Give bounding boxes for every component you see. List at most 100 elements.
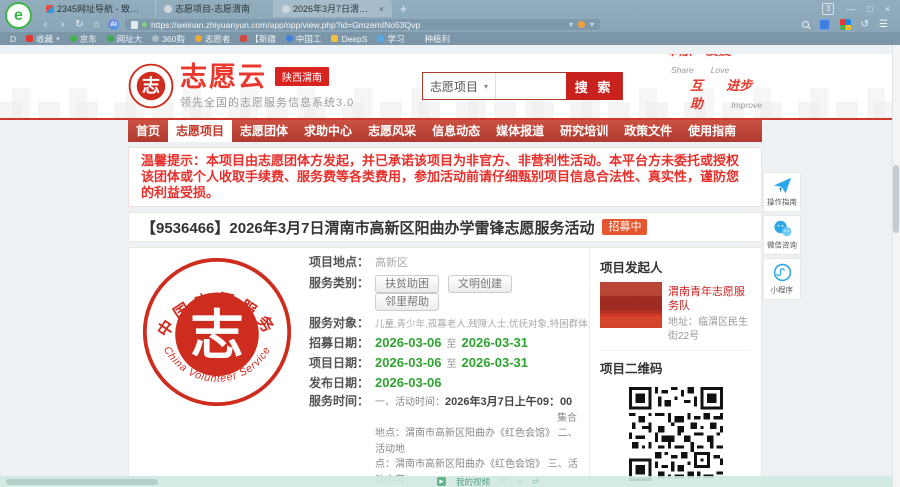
bookmark-item[interactable]: 学习 <box>377 33 404 45</box>
bookmark-item[interactable]: 【新疆 <box>240 33 276 45</box>
bottom-overlay-bar: ▶ 我的视频 ♡ ○ ⇄ <box>0 476 892 487</box>
home-icon[interactable]: ⌂ <box>91 18 102 31</box>
mini-program-icon <box>773 263 792 282</box>
site-name[interactable]: 志愿云 <box>180 63 267 91</box>
bookmark-favorites[interactable]: 收藏▾ <box>26 33 60 45</box>
url-text[interactable]: https://weinan.zhiyuanyun.com/app/opp/vi… <box>151 20 420 30</box>
project-title-bar: 【9536466】 2026年3月7日渭南市高新区阳曲办学雷锋志愿服务活动 招募… <box>128 212 762 242</box>
qr-code-image <box>629 387 723 481</box>
page-info-icon[interactable] <box>131 21 138 29</box>
maximize-button[interactable]: □ <box>867 4 872 14</box>
sponsor-address: 地址：临渭区民生街22号 <box>668 316 751 344</box>
operation-guide-button[interactable]: 操作指南 <box>763 172 801 212</box>
back-icon[interactable]: ‹ <box>40 18 51 31</box>
new-tab-button[interactable]: + <box>400 2 407 17</box>
sponsor-photo[interactable] <box>600 282 662 328</box>
logo-center-char: 志 <box>190 306 243 365</box>
project-details-column: 项目地点： 高新区 服务类别： 扶贫助困文明创建邻里帮助 服务对象： 儿童,青少… <box>301 248 589 487</box>
window-controls: 3 — □ × <box>822 0 900 17</box>
page-viewport: 志 志愿云 陕西渭南 领先全国的志愿服务信息系统3.0 志愿项目 ▾ 搜 索 <box>0 45 900 487</box>
search-icon[interactable] <box>802 21 809 28</box>
project-detail-panel: 中国志愿服务 志 China Volunteer Service 项目地点： 高… <box>128 247 762 487</box>
wechat-consult-button[interactable]: 微信咨询 <box>763 215 801 255</box>
my-video-label[interactable]: 我的视频 <box>456 476 490 487</box>
forward-icon[interactable]: › <box>57 18 68 31</box>
browser-tab-2[interactable]: 志愿项目-志愿渭南 <box>156 0 274 17</box>
ai-assistant-button[interactable]: AI <box>108 19 119 30</box>
bookmark-item[interactable]: 志愿者 <box>195 33 231 45</box>
nav-policy[interactable]: 政策文件 <box>616 120 680 142</box>
bookmark-item[interactable]: 网址大 <box>107 33 143 45</box>
swap-icon[interactable]: ⇄ <box>532 477 539 486</box>
site-logo[interactable]: 志 <box>128 63 174 109</box>
search-button[interactable]: 搜 索 <box>566 72 622 100</box>
bookmark-item[interactable]: DeepS <box>331 34 367 44</box>
undo-icon[interactable]: ↺ <box>861 19 869 30</box>
slogan-cn: 奉献 <box>666 54 692 58</box>
browser-logo-letter: e <box>14 7 23 25</box>
browser-toolbar: ‹ › ↻ ⌂ AI https://weinan.zhiyuanyun.com… <box>0 17 900 32</box>
project-image-column: 中国志愿服务 志 China Volunteer Service <box>129 248 301 487</box>
nav-guide[interactable]: 使用指南 <box>680 120 744 142</box>
scrollbar[interactable] <box>892 45 900 487</box>
nav-home[interactable]: 首页 <box>128 120 168 142</box>
heart-icon[interactable]: ♡ <box>500 477 507 486</box>
extension-caret-icon[interactable]: ▾ <box>590 20 594 29</box>
address-bar[interactable]: https://weinan.zhiyuanyun.com/app/opp/vi… <box>125 19 600 30</box>
bookmark-item[interactable]: 京东 <box>70 33 97 45</box>
mini-program-button[interactable]: 小程序 <box>763 258 801 300</box>
site-tagline: 领先全国的志愿服务信息系统3.0 <box>180 94 418 110</box>
logo-center-char: 志 <box>142 75 160 96</box>
recruit-end-date: 2026-03-31 <box>462 336 529 349</box>
bookmark-favicon <box>286 35 293 42</box>
project-id: 【9536466】 <box>141 217 229 238</box>
tab-count-badge[interactable]: 3 <box>822 3 834 15</box>
category-tag[interactable]: 邻里帮助 <box>375 293 439 311</box>
bookmark-item[interactable]: 种植利 <box>414 33 450 45</box>
slogans: 奉献Share 友爱Love 互助Help 进步Improve <box>666 54 762 120</box>
tab-bar: 2345网址导航 - 致力于打 志愿项目-志愿渭南 2026年3月7日渭南市高新… <box>0 0 900 17</box>
extension-icon[interactable] <box>578 21 585 28</box>
nav-groups[interactable]: 志愿团体 <box>232 120 296 142</box>
chevron-down-icon: ▾ <box>56 35 60 43</box>
nav-showcase[interactable]: 志愿风采 <box>360 120 424 142</box>
slogan-cn: 互助 <box>690 78 703 111</box>
browser-tab-1[interactable]: 2345网址导航 - 致力于打 <box>38 0 156 17</box>
bookmark-item[interactable]: 360购 <box>152 33 185 45</box>
detail-row-recruit-date: 招募日期： 2026-03-06 至 2026-03-31 <box>309 336 583 351</box>
menu-icon[interactable]: ☰ <box>879 19 888 30</box>
project-start-date: 2026-03-06 <box>375 356 442 369</box>
nav-help-center[interactable]: 求助中心 <box>296 120 360 142</box>
refresh-icon[interactable]: ↻ <box>74 18 85 31</box>
paper-plane-icon <box>773 177 792 194</box>
nav-projects-active[interactable]: 志愿项目 <box>168 120 232 142</box>
nav-news[interactable]: 信息动态 <box>424 120 488 142</box>
sponsor-name-link[interactable]: 渭南青年志愿服务队 <box>668 285 751 313</box>
browser-tab-3-active[interactable]: 2026年3月7日渭南市高新 × <box>274 0 392 17</box>
publish-date: 2026-03-06 <box>375 376 442 389</box>
recruit-start-date: 2026-03-06 <box>375 336 442 349</box>
category-tag[interactable]: 文明创建 <box>448 275 512 293</box>
browser-menu-logo[interactable]: e <box>5 2 32 29</box>
extensions-grid-icon[interactable] <box>840 19 851 30</box>
tab-close-icon[interactable]: × <box>379 4 384 14</box>
reader-caret-icon[interactable]: ▾ <box>569 20 573 29</box>
chevron-down-icon: ▾ <box>484 82 488 91</box>
search-input[interactable] <box>496 73 566 99</box>
slogan-en: Share <box>671 65 694 75</box>
status-badge: 招募中 <box>602 219 647 235</box>
minimize-button[interactable]: — <box>846 4 855 14</box>
apps-icon[interactable] <box>819 19 830 30</box>
scrollbar-thumb[interactable] <box>893 165 899 233</box>
circle-icon[interactable]: ○ <box>517 477 522 486</box>
china-volunteer-service-logo: 中国志愿服务 志 China Volunteer Service <box>141 256 293 408</box>
category-tag[interactable]: 扶贫助困 <box>375 275 439 293</box>
nav-media[interactable]: 媒体报道 <box>488 120 552 142</box>
bookmark-favicon <box>70 35 77 42</box>
close-button[interactable]: × <box>885 4 890 14</box>
bookmark-item[interactable]: 中国工 <box>286 33 322 45</box>
nav-training[interactable]: 研究培训 <box>552 120 616 142</box>
play-icon[interactable]: ▶ <box>437 477 446 486</box>
address-bar-actions: ▾ ▾ <box>569 20 594 29</box>
search-category-dropdown[interactable]: 志愿项目 ▾ <box>423 73 496 99</box>
